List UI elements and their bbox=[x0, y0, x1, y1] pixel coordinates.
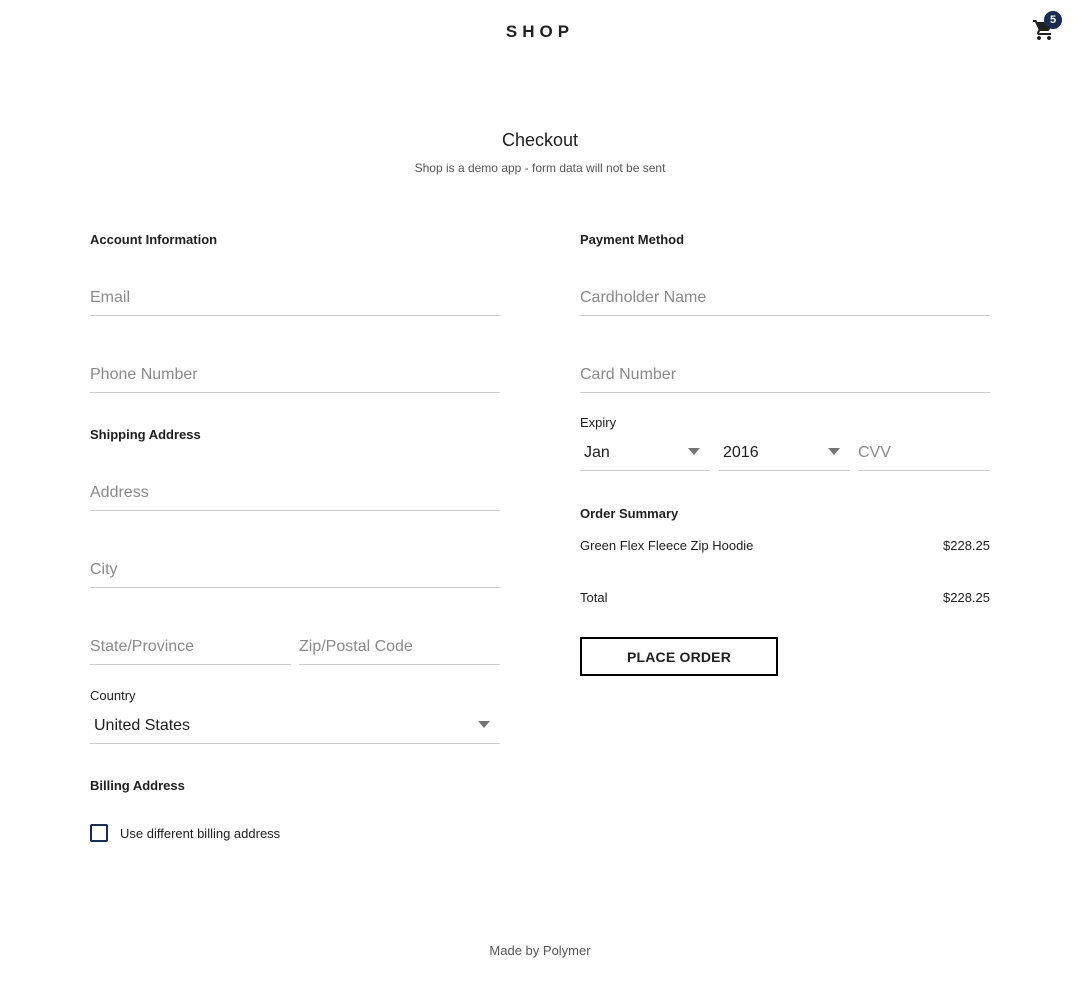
expiry-month-value: Jan bbox=[584, 444, 610, 461]
expiry-year-value: 2016 bbox=[723, 444, 759, 461]
card-number-input[interactable] bbox=[580, 366, 990, 384]
page-subtitle: Shop is a demo app - form data will not … bbox=[414, 161, 666, 175]
cart-count-badge: 5 bbox=[1044, 11, 1062, 29]
phone-input[interactable] bbox=[90, 366, 500, 384]
payment-heading: Payment Method bbox=[580, 232, 685, 247]
phone-field[interactable] bbox=[90, 353, 500, 393]
zip-field[interactable] bbox=[299, 625, 500, 665]
billing-heading: Billing Address bbox=[90, 778, 185, 793]
order-item-name: Green Flex Fleece Zip Hoodie bbox=[580, 538, 754, 553]
expiry-label: Expiry bbox=[580, 415, 617, 430]
order-summary-heading: Order Summary bbox=[580, 506, 679, 521]
address-input[interactable] bbox=[90, 484, 500, 502]
zip-input[interactable] bbox=[299, 638, 500, 656]
dropdown-arrow-icon bbox=[828, 448, 840, 455]
app-header: SHOP 5 bbox=[0, 0, 1080, 64]
billing-checkbox-label[interactable]: Use different billing address bbox=[120, 826, 280, 841]
country-label: Country bbox=[90, 688, 136, 703]
email-field[interactable] bbox=[90, 276, 500, 316]
dropdown-arrow-icon bbox=[688, 448, 700, 455]
footer-credit[interactable]: Made by Polymer bbox=[0, 943, 1080, 958]
account-heading: Account Information bbox=[90, 232, 218, 247]
email-input[interactable] bbox=[90, 289, 500, 307]
cardholder-input[interactable] bbox=[580, 289, 990, 307]
billing-checkbox-row[interactable]: Use different billing address bbox=[90, 824, 350, 844]
cardholder-field[interactable] bbox=[580, 276, 990, 316]
shipping-heading: Shipping Address bbox=[90, 427, 201, 442]
card-number-field[interactable] bbox=[580, 353, 990, 393]
country-value: United States bbox=[94, 717, 191, 734]
billing-checkbox[interactable] bbox=[90, 824, 108, 842]
cart-button[interactable]: 5 bbox=[1032, 11, 1062, 44]
address-field[interactable] bbox=[90, 471, 500, 511]
order-total-label: Total bbox=[580, 590, 608, 605]
dropdown-arrow-icon bbox=[478, 721, 490, 728]
state-field[interactable] bbox=[90, 625, 291, 665]
checkout-page: SHOP 5 Checkout Shop is a demo app - for… bbox=[0, 0, 1080, 983]
city-input[interactable] bbox=[90, 561, 500, 579]
city-field[interactable] bbox=[90, 548, 500, 588]
order-total-value: $228.25 bbox=[943, 590, 990, 605]
order-item-price: $228.25 bbox=[943, 538, 990, 553]
shop-logo[interactable]: SHOP bbox=[0, 22, 1080, 42]
country-select[interactable]: United States bbox=[90, 704, 500, 744]
cvv-field[interactable] bbox=[858, 431, 990, 471]
expiry-month-select[interactable]: Jan bbox=[580, 431, 710, 471]
expiry-year-select[interactable]: 2016 bbox=[719, 431, 850, 471]
place-order-button[interactable]: PLACE ORDER bbox=[580, 637, 778, 676]
state-input[interactable] bbox=[90, 638, 291, 656]
cvv-input[interactable] bbox=[858, 444, 990, 462]
order-item-row: Green Flex Fleece Zip Hoodie $228.25 bbox=[580, 538, 990, 556]
page-title: Checkout bbox=[501, 130, 579, 150]
order-total-row: Total $228.25 bbox=[580, 590, 990, 608]
